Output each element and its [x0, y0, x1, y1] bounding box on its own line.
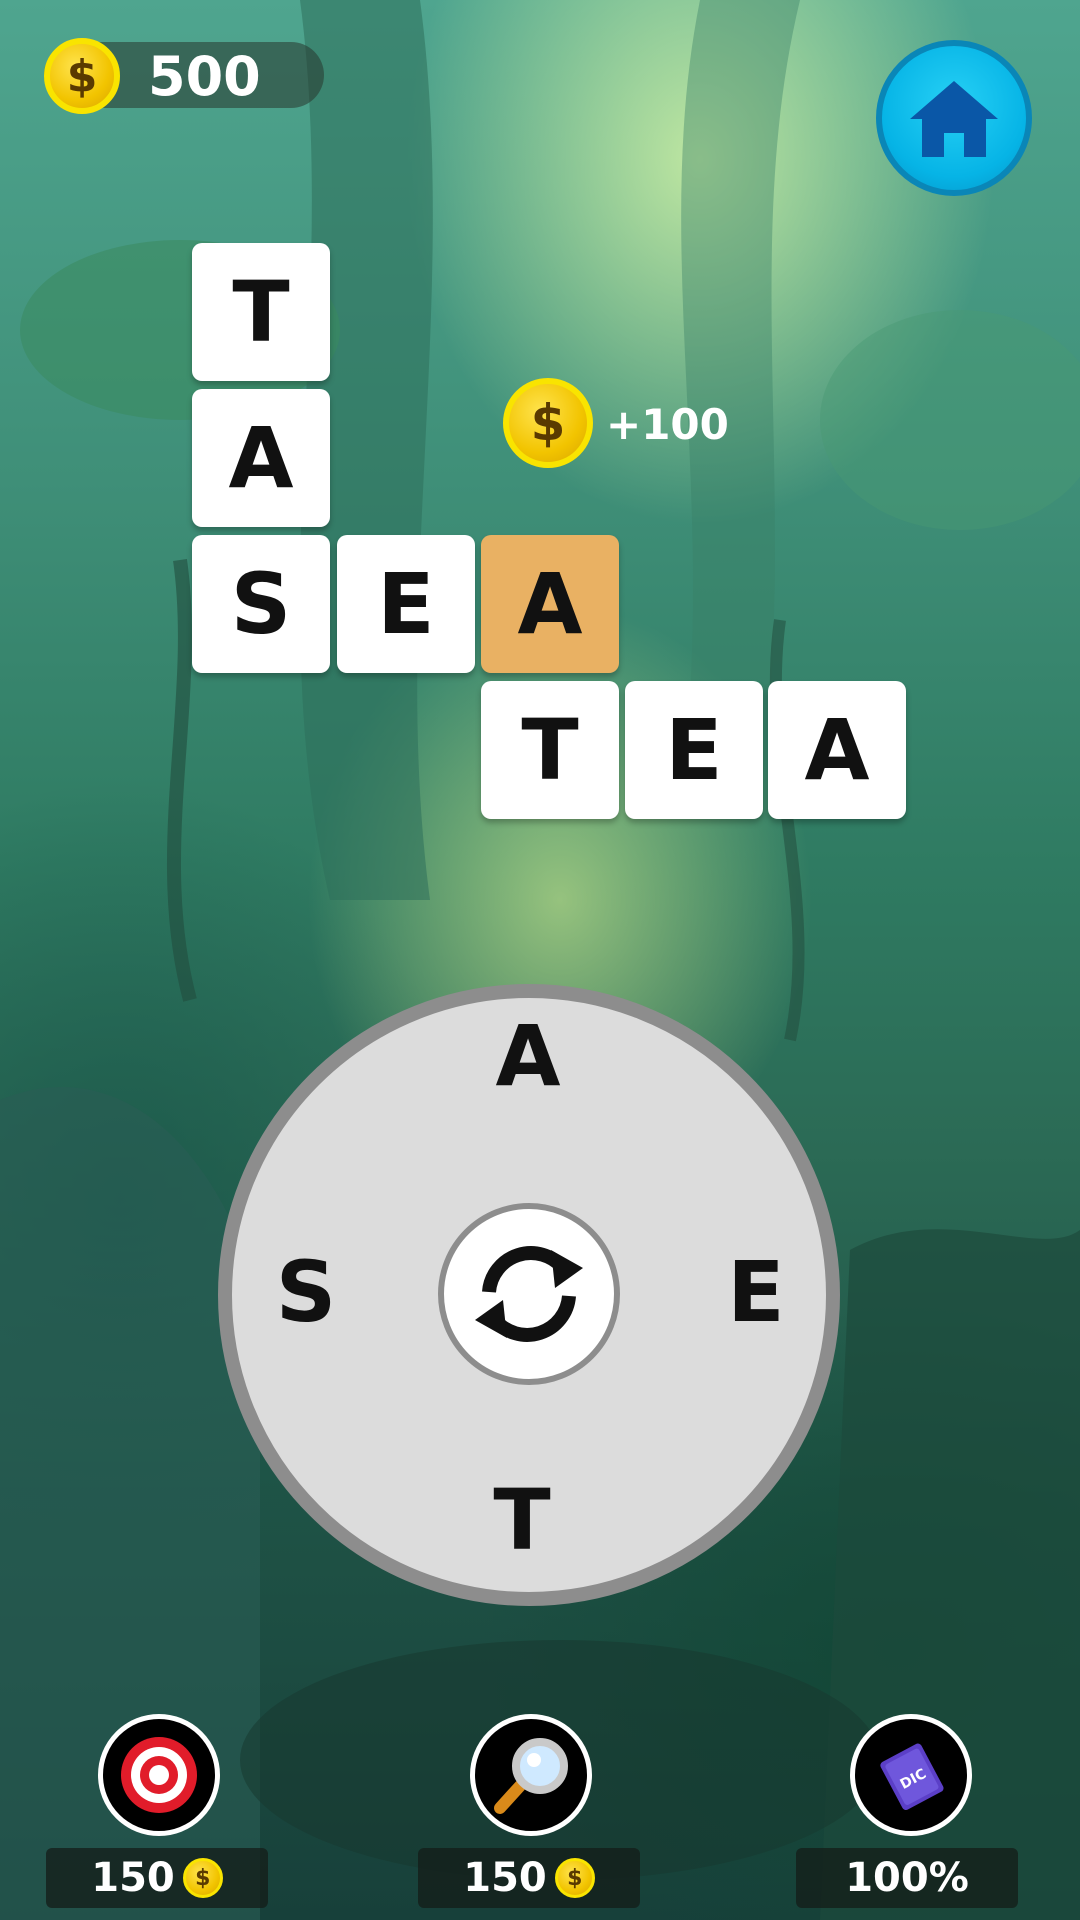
coin-icon: $ [182, 1858, 223, 1898]
home-button[interactable] [876, 40, 1032, 196]
magnifier-hint-cost-value: 150 [463, 1855, 547, 1901]
dictionary-progress-value: 100% [845, 1855, 969, 1901]
board-tile: A [768, 681, 906, 819]
wheel-letter-bottom[interactable]: T [462, 1460, 582, 1580]
board-tile: T [192, 243, 330, 381]
coin-balance: 500 [148, 45, 261, 108]
magnifier-hint-cost: 150 $ [418, 1848, 640, 1908]
board-tile: S [192, 535, 330, 673]
board-tile: A [192, 389, 330, 527]
magnifier-icon [494, 1738, 568, 1814]
home-icon [910, 81, 998, 157]
bonus-reward-text: +100 [606, 400, 729, 449]
shuffle-icon [475, 1246, 583, 1342]
shuffle-button[interactable] [438, 1203, 620, 1385]
wheel-letter-top[interactable]: A [468, 996, 588, 1116]
board-tile: E [625, 681, 763, 819]
bonus-coin-icon: $ [503, 378, 593, 468]
board-tile-highlighted: A [481, 535, 619, 673]
dictionary-icon: DIC [880, 1743, 944, 1810]
target-hint-cost: 150 $ [46, 1848, 268, 1908]
coin-icon: $ [44, 38, 120, 114]
jungle-background [0, 0, 1080, 1920]
dictionary-button[interactable]: DIC [850, 1714, 972, 1836]
target-icon [121, 1737, 197, 1813]
magnifier-hint-button[interactable] [470, 1714, 592, 1836]
dictionary-progress: 100% [796, 1848, 1018, 1908]
board-tile: T [481, 681, 619, 819]
target-hint-button[interactable] [98, 1714, 220, 1836]
coin-icon: $ [554, 1858, 595, 1898]
board-tile: E [337, 535, 475, 673]
wheel-letter-right[interactable]: E [696, 1232, 816, 1352]
target-hint-cost-value: 150 [91, 1855, 175, 1901]
wheel-letter-left[interactable]: S [246, 1232, 366, 1352]
